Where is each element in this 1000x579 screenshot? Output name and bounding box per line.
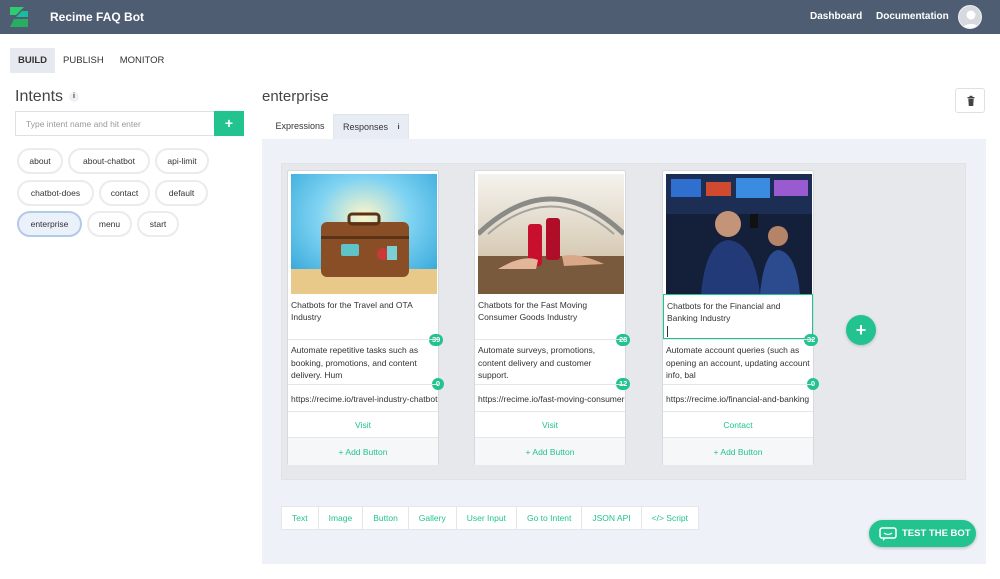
divider — [475, 384, 625, 385]
intent-chip-api-limit[interactable]: api-limit — [155, 148, 209, 174]
recime-logo-icon[interactable] — [10, 7, 28, 27]
app-title: Recime FAQ Bot — [50, 10, 145, 24]
add-button-link[interactable]: + Add Button — [663, 437, 813, 465]
nav-documentation[interactable]: Documentation — [876, 11, 949, 22]
chat-icon — [879, 527, 897, 541]
intents-title: Intents i — [15, 88, 80, 106]
divider — [288, 339, 438, 340]
card-url[interactable]: https://recime.io/fast-moving-consumer-g… — [475, 390, 625, 410]
intent-chip-default[interactable]: default — [155, 180, 208, 206]
divider — [288, 384, 438, 385]
intent-title: enterprise — [262, 88, 329, 105]
card-title[interactable]: Chatbots for the Fast Moving Consumer Go… — [475, 294, 625, 339]
card-title[interactable]: Chatbots for the Travel and OTA Industry — [288, 294, 438, 339]
card-title[interactable]: Chatbots for the Financial and Banking I… — [663, 294, 813, 339]
divider — [663, 339, 813, 340]
card-description[interactable]: Automate repetitive tasks such as bookin… — [288, 341, 438, 383]
plus-icon: + — [338, 447, 344, 457]
gallery-card: Chatbots for the Travel and OTA Industry… — [287, 170, 444, 465]
info-icon[interactable]: i — [69, 91, 80, 102]
plus-icon: + — [713, 447, 719, 457]
tab-responses-label: Responses — [343, 122, 389, 132]
card-image[interactable] — [478, 174, 624, 294]
top-bar: Recime FAQ Bot Dashboard Documentation — [0, 0, 1000, 34]
test-bot-label: TEST THE BOT — [902, 528, 971, 539]
add-card-button[interactable]: + — [846, 315, 876, 345]
card-description[interactable]: Automate account queries (such as openin… — [663, 341, 813, 383]
response-type-toolbar: Text Image Button Gallery User Input Go … — [281, 506, 700, 530]
trash-icon — [967, 95, 975, 106]
add-button-link[interactable]: + Add Button — [288, 437, 438, 465]
card-url[interactable]: https://recime.io/financial-and-banking — [663, 390, 813, 410]
intents-heading: Intents — [15, 88, 64, 105]
intent-chip-about[interactable]: about — [17, 148, 63, 174]
add-button-label: Add Button — [345, 447, 388, 457]
user-avatar-icon[interactable] — [958, 5, 982, 29]
card-contact-button[interactable]: Contact — [663, 411, 813, 437]
intent-name-input[interactable] — [15, 111, 215, 136]
tool-user-input[interactable]: User Input — [457, 507, 517, 529]
tool-gallery[interactable]: Gallery — [409, 507, 457, 529]
add-button-label: Add Button — [532, 447, 575, 457]
divider — [475, 339, 625, 340]
intent-chip-contact[interactable]: contact — [99, 180, 150, 206]
gallery-card: Chatbots for the Fast Moving Consumer Go… — [474, 170, 631, 465]
tool-json-api[interactable]: JSON API — [582, 507, 642, 529]
tab-monitor[interactable]: MONITOR — [112, 48, 173, 73]
nav-dashboard[interactable]: Dashboard — [810, 11, 862, 22]
tool-script[interactable]: </> Script — [642, 507, 698, 529]
delete-intent-button[interactable] — [955, 88, 985, 113]
plus-icon: + — [525, 447, 531, 457]
card-title-text: Chatbots for the Financial and Banking I… — [667, 301, 781, 323]
tab-responses[interactable]: Responses i — [333, 114, 409, 139]
tool-button[interactable]: Button — [363, 507, 409, 529]
gallery-card: Chatbots for the Financial and Banking I… — [662, 170, 819, 465]
text-cursor — [667, 326, 668, 337]
card-visit-button[interactable]: Visit — [288, 411, 438, 437]
main-tabs: BUILD PUBLISH MONITOR — [10, 48, 172, 73]
divider — [663, 384, 813, 385]
tool-image[interactable]: Image — [319, 507, 364, 529]
add-button-label: Add Button — [720, 447, 763, 457]
intent-chip-start[interactable]: start — [137, 211, 179, 237]
tab-expressions[interactable]: Expressions — [267, 114, 333, 139]
intent-chip-enterprise[interactable]: enterprise — [17, 211, 82, 237]
intent-chip-chatbot-does[interactable]: chatbot-does — [17, 180, 94, 206]
add-button-link[interactable]: + Add Button — [475, 437, 625, 465]
tool-text[interactable]: Text — [282, 507, 319, 529]
card-description[interactable]: Automate surveys, promotions, content de… — [475, 341, 625, 383]
card-visit-button[interactable]: Visit — [475, 411, 625, 437]
test-bot-button[interactable]: TEST THE BOT — [869, 520, 976, 547]
card-image[interactable] — [291, 174, 437, 294]
intent-chip-menu[interactable]: menu — [87, 211, 132, 237]
intent-chip-about-chatbot[interactable]: about-chatbot — [68, 148, 150, 174]
tab-build[interactable]: BUILD — [10, 48, 56, 73]
card-url[interactable]: https://recime.io/travel-industry-chatbo… — [288, 390, 438, 410]
tool-go-to-intent[interactable]: Go to Intent — [517, 507, 583, 529]
tab-publish[interactable]: PUBLISH — [55, 48, 112, 73]
add-intent-button[interactable]: + — [214, 111, 244, 136]
info-icon[interactable]: i — [394, 123, 404, 133]
card-image[interactable] — [666, 174, 812, 294]
